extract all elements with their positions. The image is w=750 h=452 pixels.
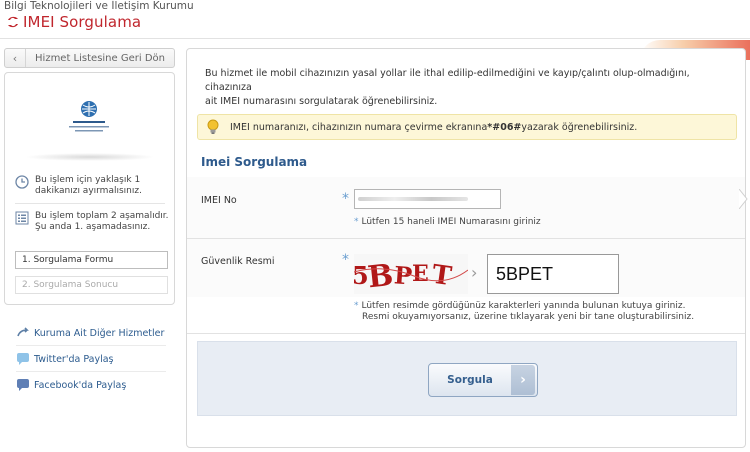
other-services-link[interactable]: Kuruma Ait Diğer Hizmetler <box>16 326 164 340</box>
captcha-graphic: 5 B P E T <box>354 258 468 294</box>
chevron-left-icon: ‹ <box>5 49 26 67</box>
link-divider <box>16 345 166 346</box>
captcha-image[interactable]: 5 B P E T <box>354 254 468 294</box>
lightbulb-icon <box>207 119 219 134</box>
duration-line2: dakikanızı ayırmalısınız. <box>35 186 142 196</box>
svg-text:B: B <box>366 258 395 294</box>
duration-info: Bu işlem için yaklaşık 1 dakikanızı ayır… <box>15 175 142 197</box>
captcha-input[interactable] <box>487 254 619 294</box>
section-title: Imei Sorgulama <box>201 155 308 169</box>
imei-value-redacted <box>358 197 468 201</box>
facebook-icon <box>17 379 29 391</box>
clock-icon <box>15 175 29 189</box>
submit-area: Sorgula › <box>197 341 737 416</box>
logo-shadow <box>25 153 155 161</box>
organization-name: Bilgi Teknolojileri ve İletişim Kurumu <box>4 0 194 12</box>
imei-tip-box: IMEI numaranızı, cihazınızın numara çevi… <box>197 114 737 140</box>
page-title-text: IMEI Sorgulama <box>23 13 142 31</box>
share-icon <box>17 327 29 337</box>
imei-hint: * Lütfen 15 haneli IMEI Numarasını girini… <box>354 217 541 228</box>
twitter-share-link[interactable]: Twitter'da Paylaş <box>16 352 113 366</box>
submit-button[interactable]: Sorgula › <box>428 363 538 397</box>
header-divider <box>0 38 750 39</box>
captcha-hint: * Lütfen resimde gördüğünüz karakterleri … <box>354 301 694 323</box>
facebook-share-link[interactable]: Facebook'da Paylaş <box>16 378 126 392</box>
twitter-icon <box>17 353 29 365</box>
step-2-result: 2. Sorgulama Sonucu <box>15 276 168 294</box>
svg-text:P: P <box>393 260 413 290</box>
facebook-share-label: Facebook'da Paylaş <box>34 379 127 391</box>
back-to-service-list-button[interactable]: ‹ Hizmet Listesine Geri Dön <box>4 48 175 68</box>
captcha-hint-line1: Lütfen resimde gördüğünüz karakterleri y… <box>361 301 686 311</box>
service-description: Bu hizmet ile mobil cihazınızın yasal yo… <box>205 67 735 109</box>
back-button-label: Hizmet Listesine Geri Dön <box>35 52 165 64</box>
other-services-label: Kuruma Ait Diğer Hizmetler <box>34 327 165 339</box>
captcha-label: Güvenlik Resmi <box>201 256 275 267</box>
btk-logo-icon <box>8 16 18 28</box>
steps-line1: Bu işlem toplam 2 aşamalıdır. <box>35 211 169 221</box>
panel-edge-arrow-icon <box>739 189 748 209</box>
svg-text:T: T <box>430 260 454 292</box>
step-1-form: 1. Sorgulama Formu <box>15 251 168 269</box>
duration-line1: Bu işlem için yaklaşık 1 <box>35 175 141 185</box>
steps-info: Bu işlem toplam 2 aşamalıdır. Şu anda 1.… <box>15 211 169 233</box>
twitter-share-label: Twitter'da Paylaş <box>34 353 114 365</box>
captcha-hint-line2: Resmi okuyamıyorsanız, üzerine tıklayara… <box>362 312 695 322</box>
sidebar-panel: Bu işlem için yaklaşık 1 dakikanızı ayır… <box>4 72 175 305</box>
hint-asterisk: * <box>354 217 359 227</box>
sidebar-divider <box>15 203 165 204</box>
list-icon <box>15 211 29 225</box>
description-line1: Bu hizmet ile mobil cihazınızın yasal yo… <box>205 68 690 93</box>
hint-asterisk: * <box>354 301 359 311</box>
required-star: * <box>342 191 349 207</box>
description-line2: ait IMEI numarasını sorgulatarak öğreneb… <box>205 96 438 107</box>
form-bottom-divider <box>187 333 745 334</box>
required-star: * <box>342 252 349 268</box>
field-divider <box>187 238 745 239</box>
tip-code: *#06# <box>487 121 522 133</box>
link-divider <box>16 371 166 372</box>
imei-label: IMEI No <box>201 195 237 206</box>
svg-text:E: E <box>412 261 429 287</box>
page-title: IMEI Sorgulama <box>6 13 141 31</box>
main-panel: Bu hizmet ile mobil cihazınızın yasal yo… <box>186 48 748 448</box>
chevron-right-icon: › <box>511 365 535 395</box>
imei-hint-text: Lütfen 15 haneli IMEI Numarasını giriniz <box>361 217 541 227</box>
tip-text-before: IMEI numaranızı, cihazınızın numara çevi… <box>230 121 488 133</box>
tip-text-after: yazarak öğrenebilirsiniz. <box>521 121 638 133</box>
submit-button-label: Sorgula <box>447 374 493 386</box>
btk-emblem-icon <box>69 101 109 132</box>
chevron-right-icon: › <box>471 263 478 282</box>
steps-line2: Şu anda 1. aşamadasınız. <box>35 222 151 232</box>
